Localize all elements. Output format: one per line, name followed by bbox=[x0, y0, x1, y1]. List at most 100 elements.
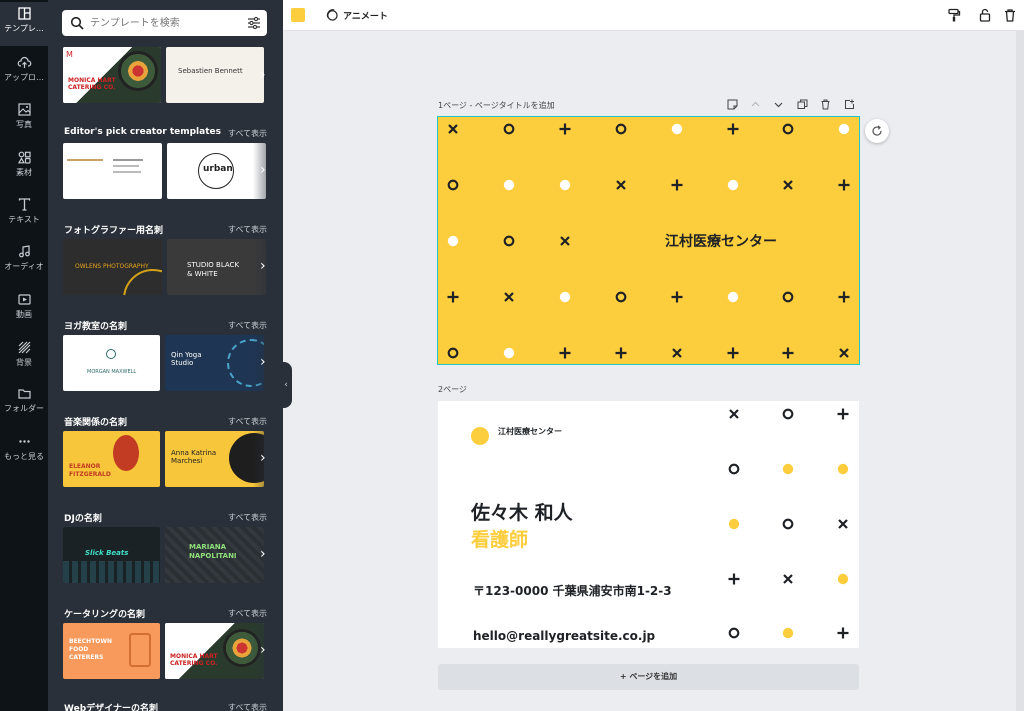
thumbnail-text: MONICA HART CATERING CO. bbox=[68, 77, 116, 91]
scroll-right-icon[interactable]: › bbox=[260, 643, 272, 657]
rail-item-label: もっと見る bbox=[4, 452, 44, 461]
ring-icon bbox=[728, 463, 740, 475]
rail-item-audio[interactable]: オーディオ bbox=[0, 240, 48, 284]
plus-icon bbox=[671, 179, 683, 191]
trash-icon[interactable] bbox=[1003, 8, 1017, 22]
template-panel: MMONICA HART CATERING CO. Sebastien Benne… bbox=[48, 0, 283, 711]
scroll-right-icon[interactable]: › bbox=[260, 547, 272, 561]
rail-item-text[interactable]: テキスト bbox=[0, 193, 48, 237]
address-text[interactable]: 〒123-0000 千葉県浦安市南1-2-3 bbox=[473, 582, 672, 599]
see-all-link[interactable]: すべて表示 bbox=[228, 320, 267, 331]
plus-icon bbox=[559, 123, 571, 135]
dot-icon bbox=[447, 235, 459, 247]
template-thumb-mariana[interactable]: MARIANA NAPOLITANI bbox=[165, 527, 264, 583]
add-page-after-icon[interactable] bbox=[844, 99, 855, 110]
see-all-link[interactable]: すべて表示 bbox=[228, 416, 267, 427]
cross-icon bbox=[672, 348, 682, 358]
photo-icon bbox=[17, 103, 31, 116]
rail-item-template[interactable]: テンプレ… bbox=[0, 2, 48, 46]
rail-item-label: フォルダー bbox=[4, 404, 44, 413]
scroll-right-icon[interactable]: › bbox=[260, 451, 272, 465]
page2-label[interactable]: 2ページ bbox=[438, 384, 467, 395]
rail-item-background[interactable]: 背景 bbox=[0, 336, 48, 380]
dot-icon bbox=[728, 518, 740, 530]
page1-label[interactable]: 1ページ - ページタイトルを追加 bbox=[438, 100, 555, 111]
regenerate-button[interactable] bbox=[865, 119, 889, 143]
page-toolbar bbox=[727, 99, 857, 111]
rail-item-label: オーディオ bbox=[4, 262, 44, 271]
template-thumb-slick[interactable]: Slick Beats bbox=[63, 527, 160, 583]
template-thumb-owlens[interactable]: OWLENS PHOTOGRAPHY bbox=[63, 239, 162, 295]
dot-icon bbox=[727, 291, 739, 303]
email-text[interactable]: hello@reallygreatsite.co.jp bbox=[473, 629, 655, 643]
section-title: Webデザイナーの名刺 bbox=[64, 704, 158, 711]
move-up-icon[interactable] bbox=[750, 99, 761, 110]
page1-title-text[interactable]: 江村医療センター bbox=[665, 231, 777, 251]
template-thumb-monica2[interactable]: MONICA HART CATERING CO. bbox=[165, 623, 264, 679]
cross-icon bbox=[839, 348, 849, 358]
template-thumb-morgan[interactable]: MORGAN MAXWELL bbox=[63, 335, 160, 391]
refresh-icon bbox=[872, 125, 882, 136]
template-thumb-studio[interactable]: STUDIO BLACK & WHITE bbox=[167, 239, 266, 295]
person-name-text[interactable]: 佐々木 和人 bbox=[471, 498, 573, 525]
dot-icon bbox=[838, 123, 850, 135]
rail-item-upload[interactable]: アップロ… bbox=[0, 51, 48, 95]
paint-roller-icon[interactable] bbox=[947, 8, 961, 22]
design-page-1[interactable]: 江村医療センター bbox=[437, 116, 860, 365]
note-icon[interactable] bbox=[727, 99, 738, 110]
move-down-icon[interactable] bbox=[773, 99, 784, 110]
template-thumb-eleanor[interactable]: ELEANOR FITZGERALD bbox=[63, 431, 160, 487]
thumbnail-text: ELEANOR FITZGERALD bbox=[69, 463, 111, 478]
plus-icon bbox=[559, 347, 571, 359]
rail-item-label: アップロ… bbox=[4, 73, 44, 82]
template-thumb-anna[interactable]: Anna Katrina Marchesi bbox=[165, 431, 264, 487]
see-all-link[interactable]: すべて表示 bbox=[228, 608, 267, 619]
delete-page-icon[interactable] bbox=[820, 99, 831, 110]
thumbnail-text: urban bbox=[203, 164, 233, 174]
audio-icon bbox=[18, 245, 30, 258]
design-page-2[interactable]: 江村医療センター 佐々木 和人 看護師 〒123-0000 千葉県浦安市南1-2… bbox=[438, 401, 859, 648]
search-box[interactable] bbox=[62, 10, 267, 36]
template-thumb-monica[interactable]: M MONICA HART CATERING CO. bbox=[63, 47, 161, 103]
section-title: DJの名刺 bbox=[64, 514, 102, 524]
text-icon bbox=[18, 198, 30, 211]
rail-item-label: 背景 bbox=[16, 358, 32, 367]
scroll-right-icon[interactable]: › bbox=[260, 355, 272, 369]
template-thumb-urban[interactable]: urban bbox=[167, 143, 266, 199]
rail-item-more[interactable]: もっと見る bbox=[0, 430, 48, 474]
organization-text[interactable]: 江村医療センター bbox=[498, 426, 562, 437]
rail-item-photo[interactable]: 写真 bbox=[0, 98, 48, 142]
plus-icon bbox=[727, 347, 739, 359]
thumbnail-text: Slick Beats bbox=[85, 549, 129, 557]
see-all-link[interactable]: すべて表示 bbox=[228, 128, 267, 139]
filter-icon[interactable] bbox=[247, 16, 261, 30]
dot-icon bbox=[782, 463, 794, 475]
template-thumb-sebastien[interactable]: Sebastien Bennett bbox=[166, 47, 264, 103]
ring-icon bbox=[447, 347, 459, 359]
job-title-text[interactable]: 看護師 bbox=[471, 525, 528, 552]
see-all-link[interactable]: すべて表示 bbox=[228, 702, 267, 711]
scroll-right-icon[interactable]: › bbox=[260, 259, 272, 273]
unlock-icon[interactable] bbox=[978, 8, 992, 22]
template-thumb-card-a[interactable] bbox=[63, 143, 162, 199]
scroll-right-icon[interactable]: › bbox=[260, 68, 272, 82]
collapse-panel-button[interactable]: ‹ bbox=[280, 362, 292, 408]
add-page-button[interactable]: + ページを追加 bbox=[438, 664, 859, 690]
cross-icon bbox=[783, 180, 793, 190]
rail-item-elements[interactable]: 素材 bbox=[0, 146, 48, 190]
template-thumb-beechtown[interactable]: BEECHTOWN FOOD CATERERS bbox=[63, 623, 160, 679]
elements-icon bbox=[17, 151, 31, 164]
canvas-scrollbar[interactable] bbox=[1016, 31, 1024, 711]
duplicate-page-icon[interactable] bbox=[797, 99, 808, 110]
scroll-right-icon[interactable]: › bbox=[260, 163, 272, 177]
template-thumb-qin[interactable]: Qin Yoga Studio bbox=[165, 335, 264, 391]
rail-item-folder[interactable]: フォルダー bbox=[0, 382, 48, 426]
rail-item-video[interactable]: 動画 bbox=[0, 288, 48, 332]
thumbnail-text: MONICA HART CATERING CO. bbox=[170, 653, 218, 667]
ring-icon bbox=[728, 627, 740, 639]
see-all-link[interactable]: すべて表示 bbox=[228, 224, 267, 235]
search-input[interactable] bbox=[90, 14, 240, 32]
dot-icon bbox=[671, 123, 683, 135]
color-swatch[interactable] bbox=[291, 8, 305, 22]
see-all-link[interactable]: すべて表示 bbox=[228, 512, 267, 523]
